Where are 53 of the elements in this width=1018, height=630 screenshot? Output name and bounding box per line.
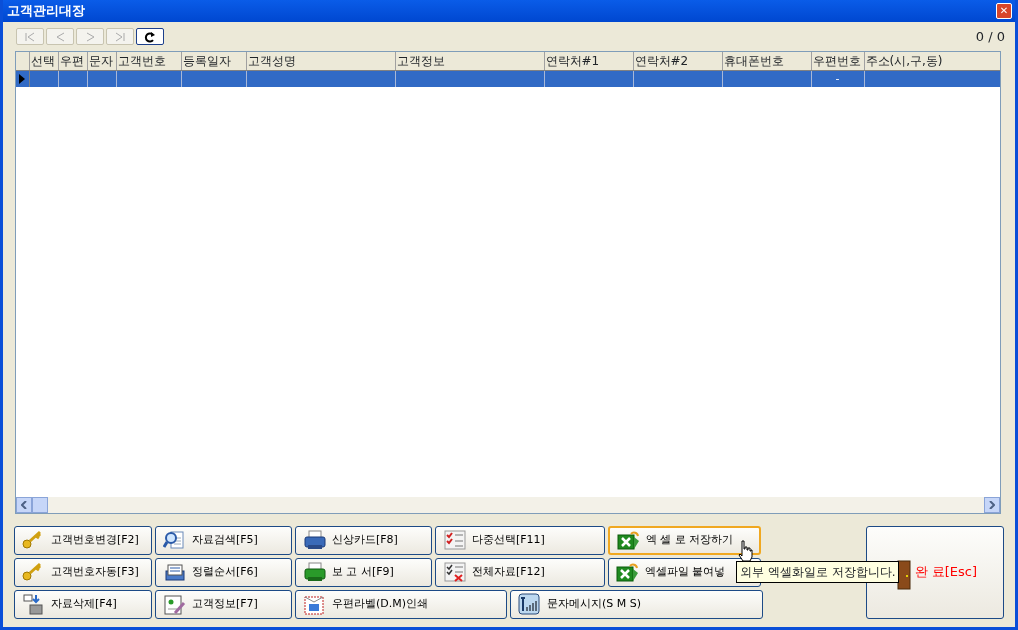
- column-header[interactable]: 문자: [87, 51, 116, 70]
- column-header[interactable]: 고객성명: [246, 51, 395, 70]
- printer-icon: [303, 529, 326, 551]
- function-button[interactable]: 우편라벨(D.M)인쇄: [295, 589, 507, 619]
- function-button[interactable]: 문자메시지(S M S): [510, 589, 763, 619]
- column-header[interactable]: 우편번호: [811, 51, 864, 70]
- checklist-icon: [443, 529, 466, 551]
- hand-cursor-icon: [737, 540, 753, 562]
- column-header[interactable]: 우편: [58, 51, 87, 70]
- function-button[interactable]: 엑 셀 로 저장하기: [608, 525, 761, 555]
- close-button[interactable]: ✕: [996, 3, 1012, 19]
- function-button[interactable]: 다중선택[F11]: [435, 525, 605, 555]
- spreadsheet-icon: [616, 561, 639, 583]
- column-header[interactable]: 휴대폰번호: [722, 51, 811, 70]
- table-row[interactable]: -: [16, 70, 1000, 87]
- envelope-icon: [303, 593, 326, 615]
- function-button[interactable]: 고객번호자동[F3]: [14, 557, 152, 587]
- tooltip: 외부 엑셀화일로 저장합니다.: [736, 561, 900, 583]
- function-button[interactable]: 자료삭제[F4]: [14, 589, 152, 619]
- function-button[interactable]: 고객번호변경[F2]: [14, 525, 152, 555]
- row-pointer-icon: [18, 72, 27, 85]
- column-header[interactable]: 선택: [29, 51, 58, 70]
- card-stack-icon: [163, 561, 186, 583]
- trash-icon: [22, 593, 45, 615]
- function-button[interactable]: 자료검색[F5]: [155, 525, 292, 555]
- refresh-icon: [143, 30, 157, 43]
- column-header[interactable]: 고객정보: [395, 51, 544, 70]
- function-button[interactable]: 정렬순서[F6]: [155, 557, 292, 587]
- scrollbar-thumb[interactable]: [32, 496, 48, 513]
- column-header[interactable]: 연락처#1: [544, 51, 633, 70]
- horizontal-scrollbar[interactable]: [16, 496, 1000, 513]
- function-button[interactable]: 고객정보[F7]: [155, 589, 292, 619]
- table-cell: -: [835, 71, 840, 85]
- column-header[interactable]: 등록일자: [181, 51, 246, 70]
- navigator-button[interactable]: [136, 28, 164, 46]
- column-header[interactable]: 주소(시,구,동): [864, 51, 1000, 70]
- scroll-left-button[interactable]: [16, 496, 32, 513]
- scroll-right-button[interactable]: [984, 496, 1000, 513]
- checklist-icon: [443, 561, 466, 583]
- window-title: 고객관리대장: [7, 2, 85, 21]
- last-record-icon: [113, 30, 127, 43]
- signal-bars-icon: [518, 593, 541, 615]
- document-pencil-icon: [163, 593, 186, 615]
- printer-icon: [303, 561, 326, 583]
- function-button[interactable]: 보 고 서[F9]: [295, 557, 432, 587]
- spreadsheet-icon: [617, 529, 640, 551]
- magnifier-document-icon: [163, 529, 186, 551]
- record-count: 0 / 0: [975, 28, 1005, 46]
- first-record-icon: [23, 30, 37, 43]
- column-header[interactable]: 연락처#2: [633, 51, 722, 70]
- function-button[interactable]: 전체자료[F12]: [435, 557, 605, 587]
- function-button[interactable]: 신상카드[F8]: [295, 525, 432, 555]
- column-header[interactable]: 고객번호: [116, 51, 181, 70]
